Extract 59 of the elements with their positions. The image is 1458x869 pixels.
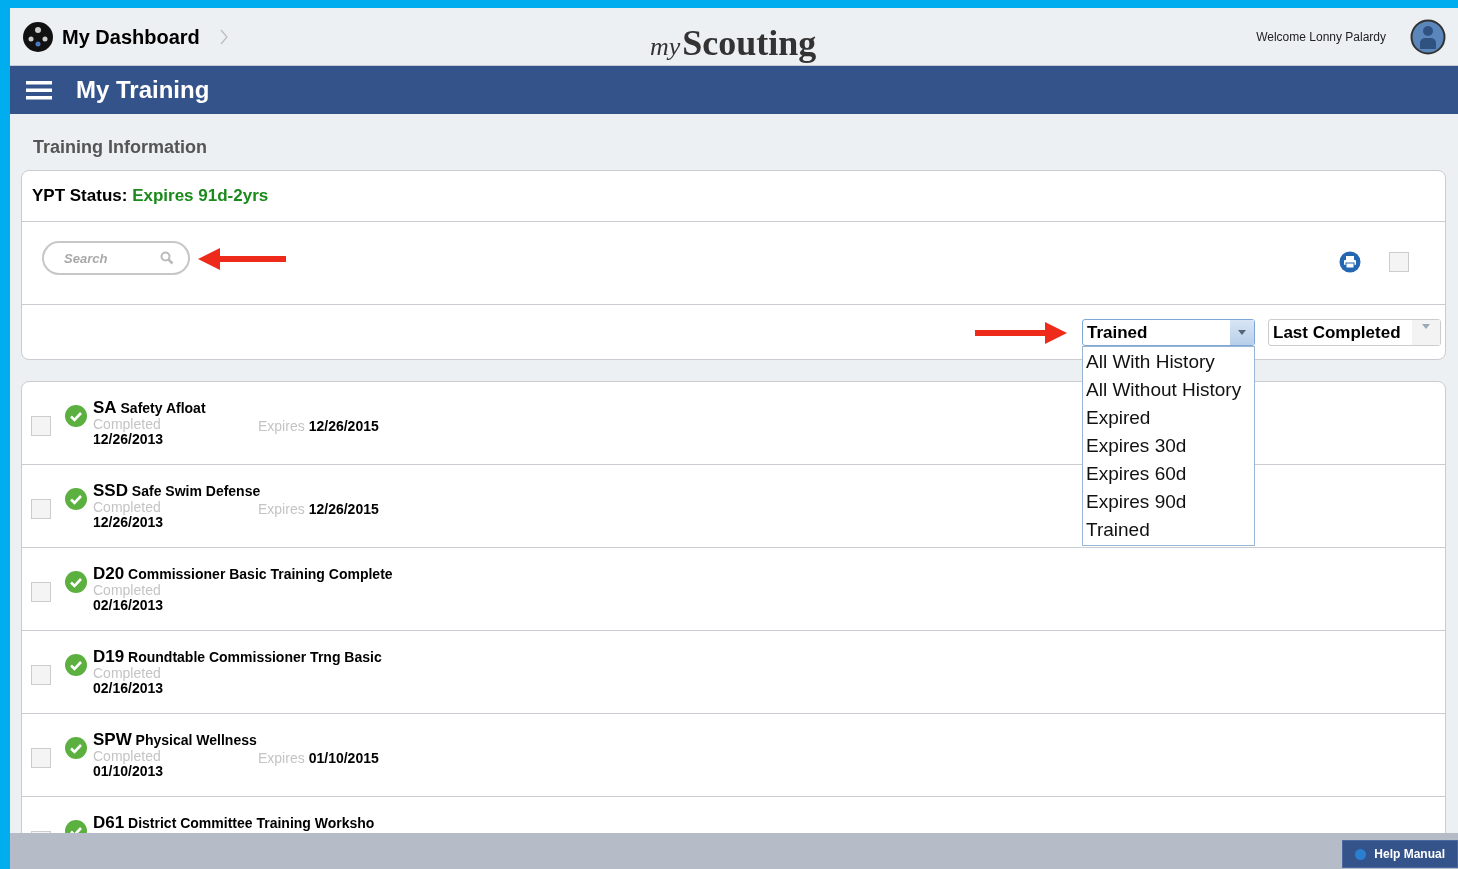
print-icon[interactable] <box>1339 251 1361 273</box>
check-circle-icon <box>65 654 87 676</box>
ypt-status: YPT Status: Expires 91d-2yrs <box>32 185 269 208</box>
search-icon <box>160 251 174 265</box>
checkbox[interactable] <box>31 582 51 602</box>
expires-label: Expires <box>258 500 305 519</box>
completed-date: 12/26/2013 <box>93 515 165 530</box>
completed-date: 02/16/2013 <box>93 598 165 613</box>
search-field[interactable]: Search <box>42 241 190 275</box>
completed-date: 02/16/2013 <box>93 681 165 696</box>
checkbox[interactable] <box>31 665 51 685</box>
sort-dropdown[interactable]: Last Completed <box>1268 319 1441 346</box>
dropdown-option[interactable]: Expires 60d <box>1083 460 1254 488</box>
expires-label: Expires <box>258 749 305 768</box>
expires-label: Expires <box>258 417 305 436</box>
help-icon <box>1355 848 1367 860</box>
checkbox[interactable] <box>31 499 51 519</box>
check-circle-icon <box>65 488 87 510</box>
course-title: SSD Safe Swim Defense <box>93 481 261 501</box>
status-label: Completed <box>93 582 162 598</box>
checkbox[interactable] <box>31 748 51 768</box>
dropdown-option[interactable]: Expires 90d <box>1083 488 1254 516</box>
filter-dropdown[interactable]: Trained <box>1082 319 1255 346</box>
status-label: Completed <box>93 665 162 681</box>
help-button[interactable]: Help Manual <box>1342 840 1458 868</box>
chevron-right-icon <box>219 28 228 45</box>
dropdown-option[interactable]: All With History <box>1083 348 1254 376</box>
completed-date: 12/26/2013 <box>93 432 165 447</box>
expires-date: 12/26/2015 <box>308 417 379 436</box>
page-title: My Training <box>76 75 210 105</box>
course-title: D19 Roundtable Commissioner Trng Basic <box>93 647 382 667</box>
dropdown-option[interactable]: Trained <box>1083 516 1254 544</box>
status-label: Completed <box>93 748 162 764</box>
completed-date: 01/10/2013 <box>93 764 165 779</box>
course-title: D20 Commissioner Basic Training Complete <box>93 564 393 584</box>
breadcrumb-link[interactable]: My Dashboard <box>62 21 200 52</box>
status-label: Completed <box>93 499 162 515</box>
section-title: Training Information <box>32 136 208 159</box>
course-title: D61 District Committee Training Worksho <box>93 813 375 833</box>
dropdown-option[interactable]: Expires 30d <box>1083 432 1254 460</box>
caret-icon <box>1422 324 1430 329</box>
check-circle-icon <box>65 571 87 593</box>
expires-date: 01/10/2015 <box>308 749 379 768</box>
course-title: SA Safety Afloat <box>93 398 206 418</box>
dropdown-option[interactable]: Expired <box>1083 404 1254 432</box>
course-title: SPW Physical Wellness <box>93 730 257 750</box>
checkbox[interactable] <box>31 416 51 436</box>
avatar-icon[interactable] <box>1410 18 1446 55</box>
status-label: Completed <box>93 416 162 432</box>
check-circle-icon <box>65 405 87 427</box>
caret-icon <box>1238 330 1246 335</box>
logo-icon <box>22 20 54 53</box>
expires-date: 12/26/2015 <box>308 500 379 519</box>
check-circle-icon <box>65 737 87 759</box>
menu-icon[interactable] <box>26 79 52 101</box>
welcome-text: Welcome Lonny Palardy <box>1256 28 1386 46</box>
dropdown-option[interactable]: All Without History <box>1083 376 1254 404</box>
checkbox[interactable] <box>1389 252 1409 272</box>
site-logo: myScouting <box>650 22 817 65</box>
